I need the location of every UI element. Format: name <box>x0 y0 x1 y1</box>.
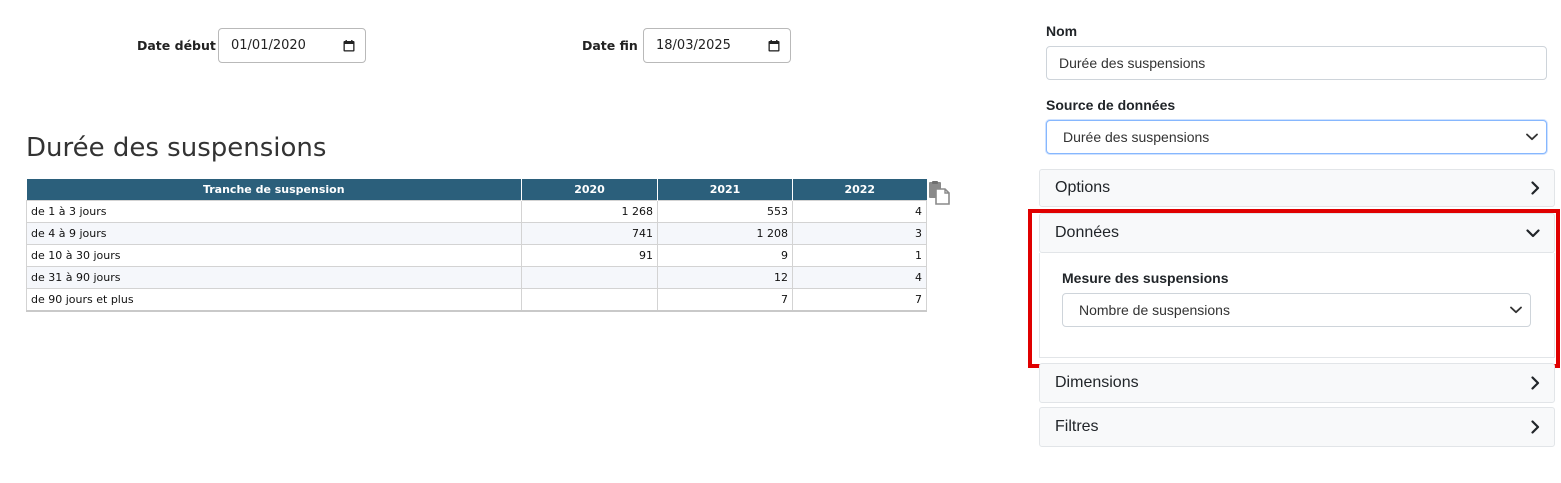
table-cell: 553 <box>657 200 793 223</box>
table-row: de 10 à 30 jours 91 9 1 <box>26 244 927 267</box>
data-table: Tranche de suspension 2020 2021 2022 de … <box>26 179 927 312</box>
start-date-input[interactable]: 01/01/2020 <box>218 28 366 63</box>
accordion-options[interactable]: Options <box>1039 169 1555 207</box>
accordion-dimensions-label: Dimensions <box>1055 374 1139 391</box>
table-cell: de 90 jours et plus <box>26 288 522 312</box>
table-cell: 91 <box>521 244 658 267</box>
table-cell: 1 <box>792 244 927 267</box>
table-cell: 1 208 <box>657 222 793 245</box>
table-cell: 12 <box>657 266 793 289</box>
table-cell: 7 <box>792 288 927 312</box>
table-row: de 1 à 3 jours 1 268 553 4 <box>26 200 927 223</box>
column-header[interactable]: Tranche de suspension <box>26 179 522 201</box>
accordion-filtres-label: Filtres <box>1055 418 1099 435</box>
table-cell: 7 <box>657 288 793 312</box>
end-date-label: Date fin <box>582 38 638 53</box>
table-cell: 4 <box>792 266 927 289</box>
column-header[interactable]: 2021 <box>657 179 793 201</box>
start-date-value: 01/01/2020 <box>231 38 306 53</box>
table-header-row: Tranche de suspension 2020 2021 2022 <box>26 179 927 201</box>
end-date-value: 18/03/2025 <box>656 38 731 53</box>
table-cell <box>521 266 658 289</box>
report-title: Durée des suspensions <box>26 133 327 163</box>
table-cell: 1 268 <box>521 200 658 223</box>
chevron-right-icon <box>1531 376 1540 390</box>
table-cell: 4 <box>792 200 927 223</box>
table-cell: de 10 à 30 jours <box>26 244 522 267</box>
table-cell: 741 <box>521 222 658 245</box>
column-header[interactable]: 2020 <box>521 179 658 201</box>
accordion-dimensions[interactable]: Dimensions <box>1039 363 1555 403</box>
source-select-value: Durée des suspensions <box>1063 129 1210 145</box>
start-date-label: Date début <box>137 38 216 53</box>
highlight-box <box>1028 209 1560 368</box>
table-cell: 3 <box>792 222 927 245</box>
accordion-options-label: Options <box>1055 179 1111 196</box>
table-cell <box>521 288 658 312</box>
copy-icon[interactable] <box>928 181 950 205</box>
source-label: Source de données <box>1046 97 1176 113</box>
end-date-input[interactable]: 18/03/2025 <box>643 28 791 63</box>
column-header[interactable]: 2022 <box>792 179 927 201</box>
chevron-down-icon <box>1526 133 1538 141</box>
table-cell: de 31 à 90 jours <box>26 266 522 289</box>
table-row: de 31 à 90 jours 12 4 <box>26 266 927 289</box>
table-row: de 4 à 9 jours 741 1 208 3 <box>26 222 927 245</box>
accordion-filtres[interactable]: Filtres <box>1039 407 1555 447</box>
table-cell: 9 <box>657 244 793 267</box>
calendar-icon[interactable] <box>343 39 355 52</box>
chevron-right-icon <box>1531 181 1540 195</box>
table-cell: de 4 à 9 jours <box>26 222 522 245</box>
table-cell: de 1 à 3 jours <box>26 200 522 223</box>
name-input[interactable]: Durée des suspensions <box>1046 46 1547 80</box>
source-select[interactable]: Durée des suspensions <box>1046 120 1547 154</box>
name-label: Nom <box>1046 23 1078 39</box>
chevron-right-icon <box>1531 420 1540 434</box>
name-input-value: Durée des suspensions <box>1059 55 1206 71</box>
table-row: de 90 jours et plus 7 7 <box>26 288 927 312</box>
calendar-icon[interactable] <box>768 39 780 52</box>
